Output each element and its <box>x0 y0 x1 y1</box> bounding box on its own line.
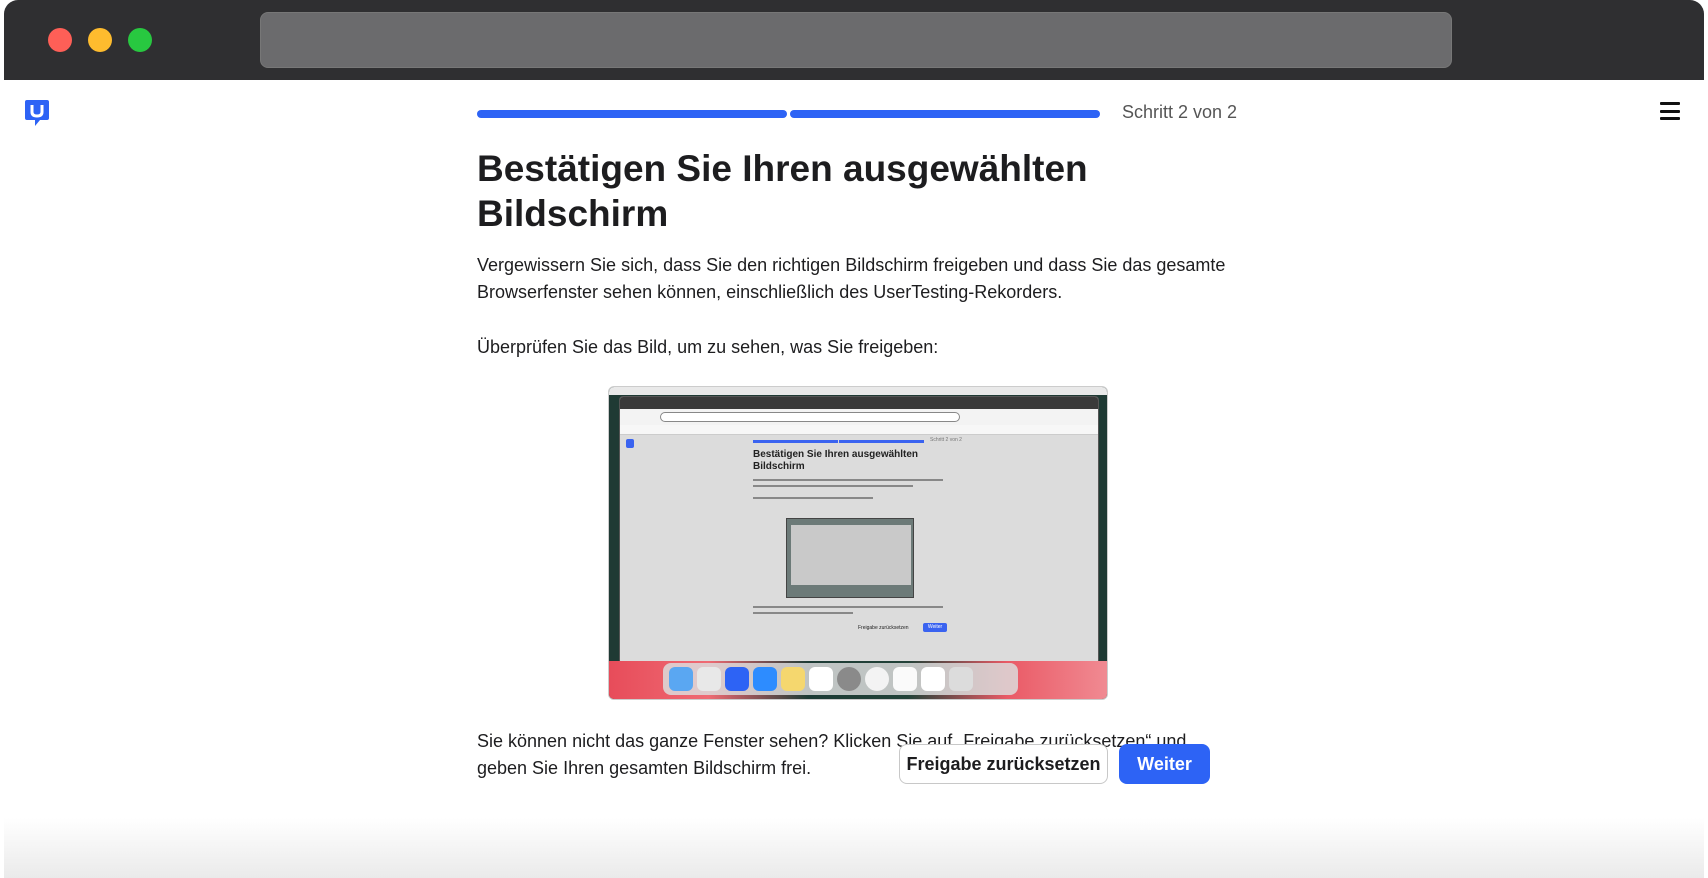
textedit-icon <box>893 667 917 691</box>
preview-bookmarks-bar <box>620 425 1098 435</box>
progress-indicator: Schritt 2 von 2 <box>477 102 1237 124</box>
next-button[interactable]: Weiter <box>1119 744 1210 784</box>
progress-step-2 <box>790 110 1100 118</box>
check-prompt: Überprüfen Sie das Bild, um zu sehen, wa… <box>477 337 939 357</box>
usertesting-logo-icon[interactable] <box>24 98 50 128</box>
preview-title: Bestätigen Sie Ihren ausgewählten Bildsc… <box>753 449 919 472</box>
usertesting-app-icon <box>725 667 749 691</box>
zoom-icon <box>753 667 777 691</box>
slack-icon <box>809 667 833 691</box>
trash-icon <box>949 667 973 691</box>
address-bar[interactable] <box>260 12 1452 68</box>
preview-dock <box>663 663 1018 695</box>
page: Schritt 2 von 2 Bestätigen Sie Ihren aus… <box>4 80 1704 878</box>
maximize-window-button[interactable] <box>128 28 152 52</box>
close-window-button[interactable] <box>48 28 72 52</box>
reset-share-button[interactable]: Freigabe zurücksetzen <box>899 744 1108 784</box>
finder-icon <box>669 667 693 691</box>
preview-menubar <box>609 387 1107 395</box>
preview-page: Schritt 2 von 2 Bestätigen Sie Ihren aus… <box>620 435 1098 663</box>
screen-share-preview: Schritt 2 von 2 Bestätigen Sie Ihren aus… <box>608 386 1108 700</box>
preview-logo-icon <box>626 439 634 448</box>
browser-window-chrome <box>4 0 1704 80</box>
progress-step-1 <box>477 110 787 118</box>
preview-step-label: Schritt 2 von 2 <box>930 437 962 443</box>
calendar-icon <box>921 667 945 691</box>
preview-nested-screenshot <box>786 518 914 598</box>
preview-next-label: Weiter <box>923 623 947 632</box>
settings-icon <box>837 667 861 691</box>
preview-tab-strip <box>620 397 1098 409</box>
page-title: Bestätigen Sie Ihren ausgewählten Bildsc… <box>477 148 1088 234</box>
launchpad-icon <box>697 667 721 691</box>
bottom-shadow <box>4 818 1704 878</box>
intro-text: Vergewissern Sie sich, dass Sie den rich… <box>477 255 1226 302</box>
hamburger-menu-icon[interactable] <box>1660 102 1680 120</box>
notes-icon <box>781 667 805 691</box>
preview-reset-label: Freigabe zurücksetzen <box>858 625 909 631</box>
preview-browser-window: Schritt 2 von 2 Bestätigen Sie Ihren aus… <box>619 396 1099 664</box>
preview-url-bar <box>620 409 1098 425</box>
minimize-window-button[interactable] <box>88 28 112 52</box>
step-label: Schritt 2 von 2 <box>1121 102 1237 122</box>
chrome-icon <box>865 667 889 691</box>
